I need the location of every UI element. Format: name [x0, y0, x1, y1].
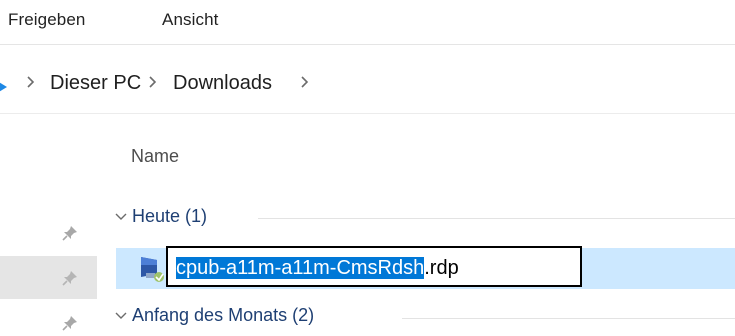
file-extension: .rdp [424, 257, 459, 279]
nav-arrow-icon[interactable] [0, 78, 7, 96]
chevron-down-icon[interactable] [115, 211, 127, 225]
column-header-name[interactable]: Name [131, 146, 179, 167]
address-divider [0, 113, 735, 114]
ribbon: Freigeben Ansicht [0, 0, 735, 44]
tab-ansicht[interactable]: Ansicht [162, 10, 218, 30]
breadcrumb-dieser-pc[interactable]: Dieser PC [50, 72, 141, 95]
rename-input-text[interactable]: cpub-a11m-a11m-CmsRdsh.rdp [176, 256, 459, 280]
ribbon-divider [0, 44, 735, 45]
breadcrumb-chevron-icon[interactable] [300, 75, 310, 92]
breadcrumb-downloads[interactable]: Downloads [173, 72, 272, 95]
group-divider [402, 318, 735, 319]
breadcrumb-chevron-icon[interactable] [148, 75, 158, 92]
group-header-heute[interactable]: Heute (1) [132, 206, 207, 227]
breadcrumb-chevron-icon[interactable] [26, 75, 36, 92]
pin-icon[interactable] [62, 225, 78, 241]
chevron-down-icon[interactable] [115, 310, 127, 324]
tab-freigeben[interactable]: Freigeben [8, 10, 85, 30]
remote-desktop-file-icon[interactable] [138, 254, 168, 284]
group-header-anfang-des-monats[interactable]: Anfang des Monats (2) [132, 305, 314, 326]
selected-filename: cpub-a11m-a11m-CmsRdsh [176, 257, 425, 279]
pin-icon[interactable] [62, 270, 78, 286]
nav-pane-item-selected[interactable] [0, 256, 97, 299]
group-divider [258, 218, 735, 219]
